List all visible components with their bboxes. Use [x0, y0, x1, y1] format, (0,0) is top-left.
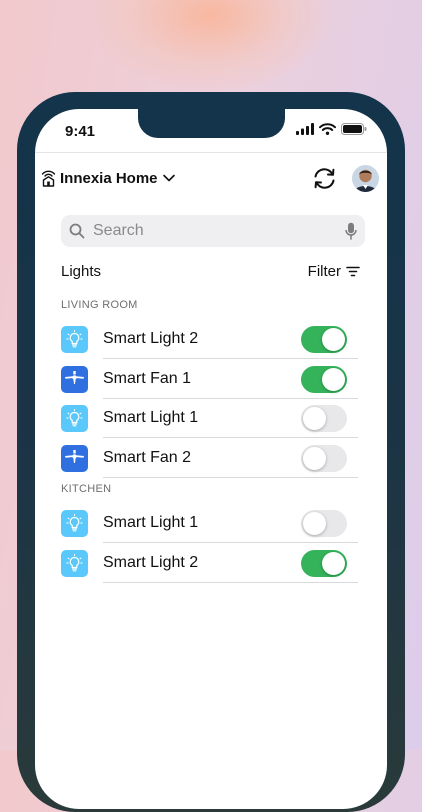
lightbulb-icon	[61, 510, 88, 537]
device-row[interactable]: Smart Light 2	[61, 319, 358, 359]
device-name: Smart Light 2	[103, 553, 199, 571]
toggle-knob	[322, 551, 345, 575]
fan-icon	[61, 365, 88, 393]
device-row[interactable]: Smart Light 1	[61, 503, 358, 543]
device-row[interactable]: Smart Light 2	[61, 543, 358, 583]
power-toggle[interactable]	[301, 510, 347, 537]
notch	[138, 109, 285, 138]
toggle-knob	[322, 367, 345, 391]
device-name: Smart Fan 2	[103, 448, 192, 466]
power-toggle[interactable]	[301, 549, 347, 577]
power-toggle[interactable]	[301, 405, 347, 432]
device-name: Smart Light 1	[103, 514, 199, 531]
toggle-knob	[322, 328, 345, 351]
toggle-knob	[303, 407, 326, 430]
battery-icon	[341, 123, 367, 135]
sync-icon[interactable]	[311, 165, 338, 192]
device-name: Smart Light 2	[103, 330, 199, 347]
device-row[interactable]: Smart Fan 1	[61, 359, 358, 399]
app-screen: 9:41 Innexia Home Search Lights Filter L…	[35, 109, 387, 809]
device-row[interactable]: Smart Light 1	[61, 398, 358, 438]
lightbulb-icon	[61, 326, 88, 353]
header-divider	[35, 152, 387, 153]
lightbulb-icon	[61, 549, 88, 577]
filter-label: Filter	[307, 263, 341, 280]
wifi-icon	[319, 123, 336, 135]
row-divider	[103, 581, 358, 583]
status-icons	[296, 123, 367, 135]
power-toggle[interactable]	[301, 444, 347, 472]
background-glow	[90, 0, 330, 90]
device-name: Smart Fan 1	[103, 369, 192, 387]
status-time: 9:41	[65, 123, 96, 140]
device-row[interactable]: Smart Fan 2	[61, 438, 358, 478]
section-title: Lights	[61, 263, 102, 280]
avatar[interactable]	[352, 165, 379, 192]
toggle-knob	[303, 512, 326, 535]
cellular-signal-icon	[296, 123, 314, 135]
device-name: Smart Light 1	[103, 409, 199, 426]
home-selector[interactable]: Innexia Home	[41, 169, 176, 187]
search-icon	[69, 223, 85, 239]
home-wifi-icon	[41, 170, 56, 187]
lightbulb-icon	[61, 405, 88, 432]
room-header: KITCHEN	[61, 483, 112, 495]
filter-button[interactable]: Filter	[308, 263, 360, 280]
user-photo-icon	[352, 165, 379, 192]
power-toggle[interactable]	[301, 326, 347, 353]
power-toggle[interactable]	[301, 365, 347, 393]
search-input[interactable]	[91, 221, 331, 241]
room-header: LIVING ROOM	[61, 299, 138, 311]
search-bar	[61, 215, 365, 247]
filter-icon	[346, 266, 360, 277]
chevron-down-icon	[162, 174, 175, 182]
microphone-icon[interactable]	[345, 222, 357, 240]
row-divider	[103, 476, 358, 478]
toggle-knob	[303, 446, 326, 470]
fan-icon	[61, 444, 88, 472]
home-name: Innexia Home	[60, 169, 158, 187]
